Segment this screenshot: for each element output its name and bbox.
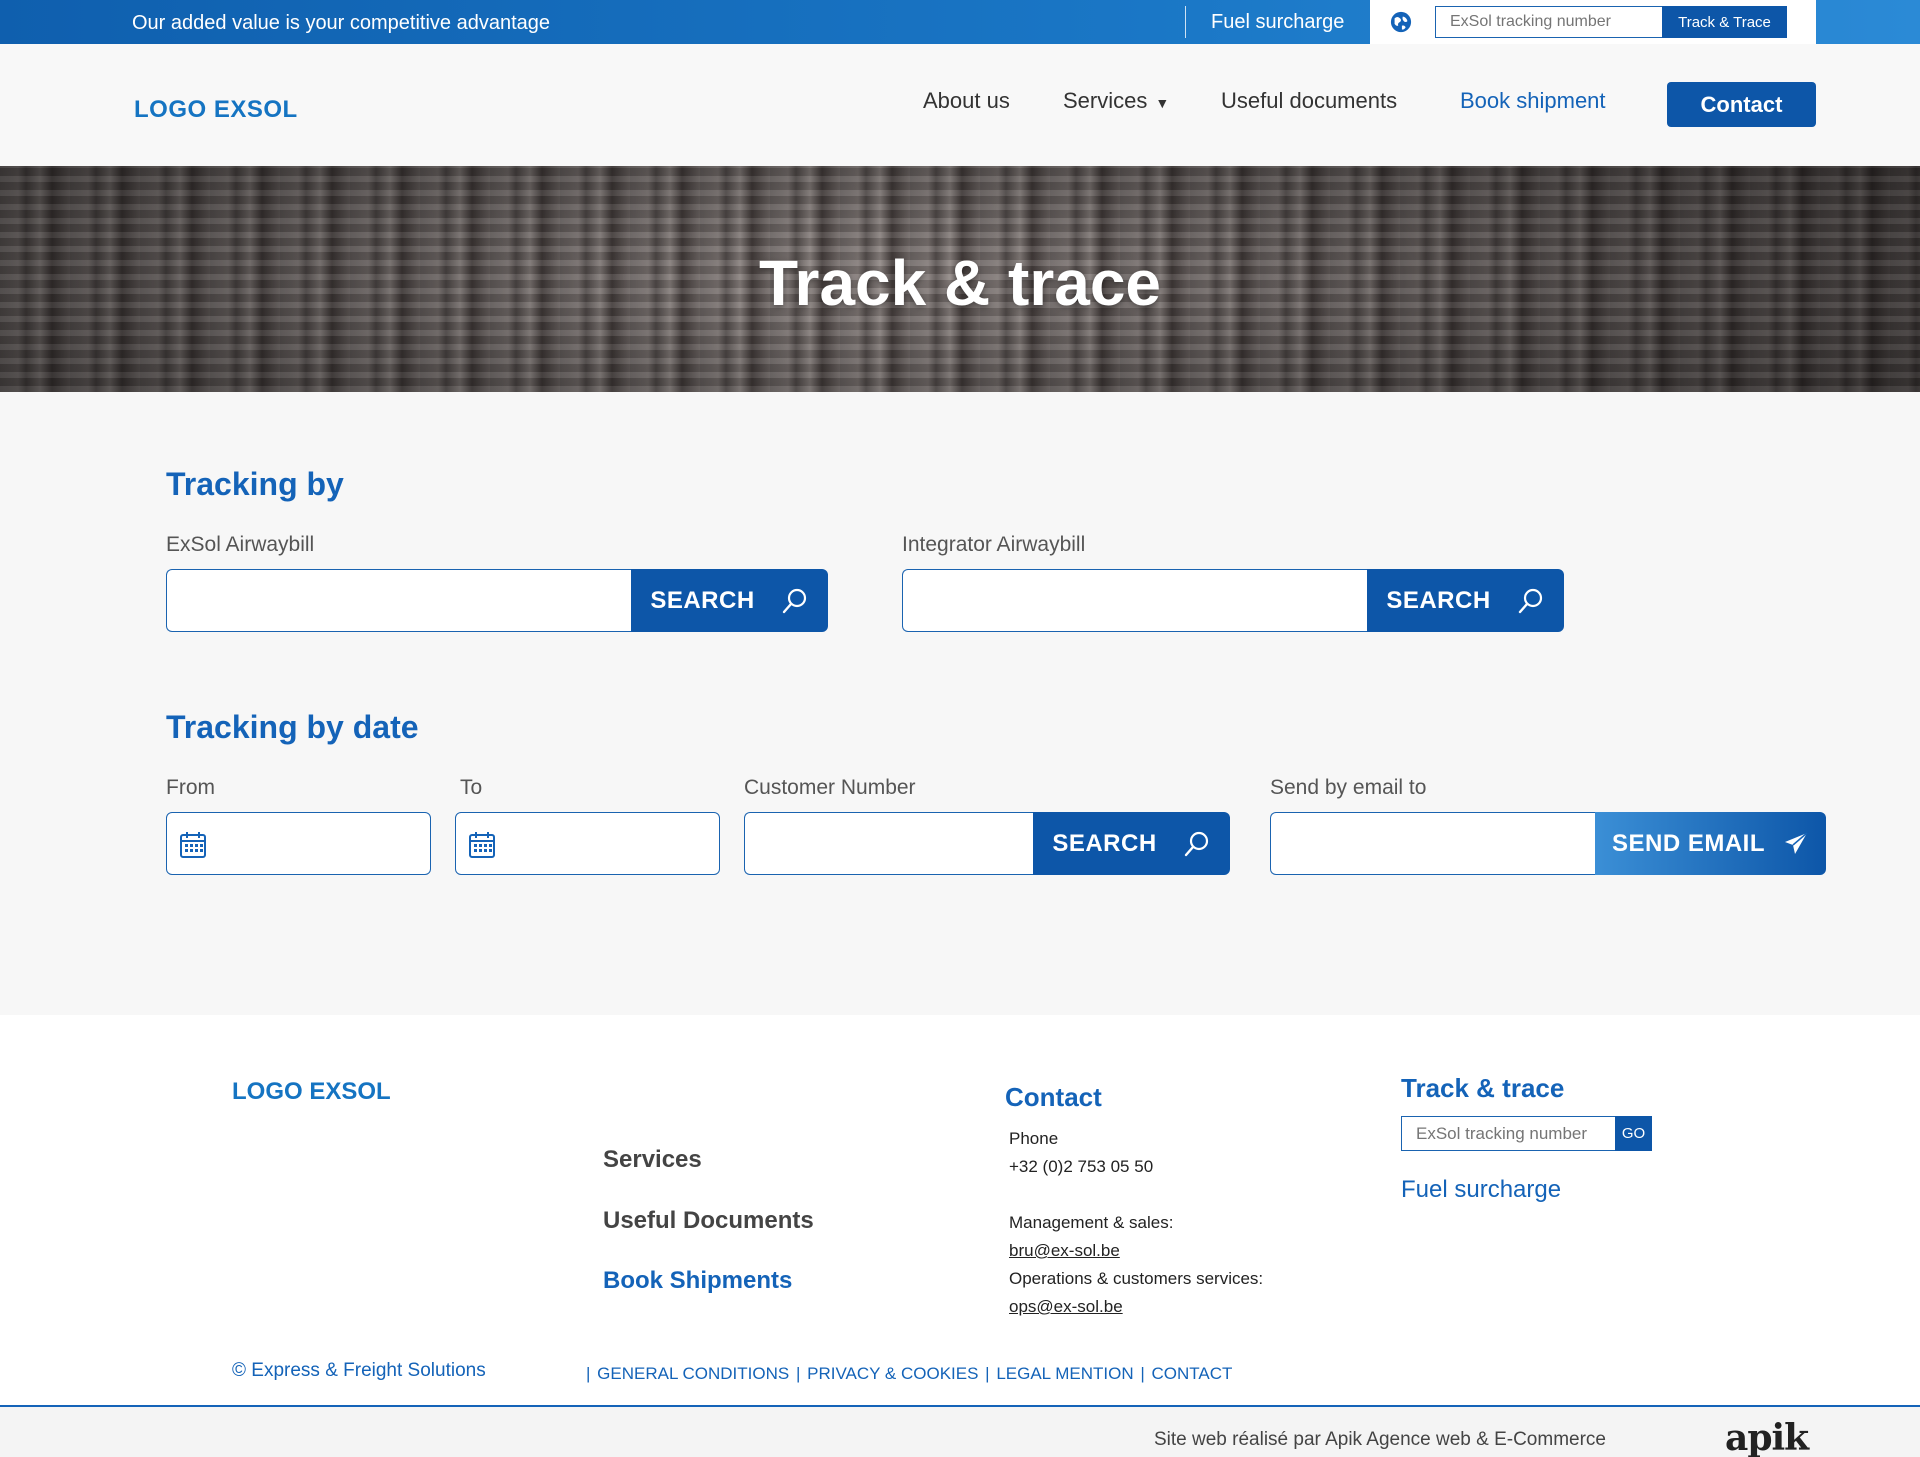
search-button-label: SEARCH	[650, 586, 755, 614]
integrator-search-group: SEARCH	[902, 569, 1564, 632]
calendar-icon	[180, 832, 206, 858]
send-email-button[interactable]: SEND EMAIL	[1595, 812, 1826, 875]
footer-track-trace-title: Track & trace	[1401, 1073, 1565, 1103]
globe-icon[interactable]	[1390, 11, 1412, 33]
from-date-input[interactable]	[166, 812, 431, 875]
search-icon	[782, 588, 806, 613]
footer-tracking-input[interactable]	[1401, 1116, 1616, 1151]
send-email-label: Send by email to	[1270, 776, 1427, 799]
privacy-cookies-link[interactable]: PRIVACY & COOKIES	[807, 1364, 978, 1383]
nav-services-label: Services	[1063, 88, 1148, 113]
top-bar: Our added value is your competitive adva…	[0, 0, 1920, 44]
track-trace-button[interactable]: Track & Trace	[1662, 6, 1787, 38]
separator: |	[1140, 1364, 1145, 1383]
exsol-search-group: SEARCH	[166, 569, 828, 632]
search-button-label: SEARCH	[1052, 829, 1157, 857]
send-email-group: SEND EMAIL	[1270, 812, 1826, 875]
legal-mention-link[interactable]: LEGAL MENTION	[996, 1364, 1133, 1383]
management-email-link[interactable]: bru@ex-sol.be	[1009, 1241, 1120, 1261]
paper-plane-icon	[1785, 831, 1808, 854]
footer-go-button[interactable]: GO	[1615, 1116, 1652, 1151]
nav-useful-documents[interactable]: Useful documents	[1221, 88, 1397, 114]
footer: LOGO EXSOL Services Useful Documents Boo…	[0, 1015, 1920, 1405]
nav-book-shipment[interactable]: Book shipment	[1460, 88, 1606, 114]
integrator-airwaybill-input[interactable]	[902, 569, 1367, 632]
phone-label: Phone	[1009, 1129, 1059, 1148]
tracking-by-date-title: Tracking by date	[166, 709, 419, 745]
customer-number-label: Customer Number	[744, 776, 916, 799]
contact-button[interactable]: Contact	[1667, 82, 1816, 127]
caret-down-icon: ▼	[1155, 95, 1170, 111]
integrator-search-button[interactable]: SEARCH	[1367, 569, 1564, 632]
fuel-surcharge-link[interactable]: Fuel surcharge	[1211, 11, 1344, 34]
calendar-icon	[469, 832, 495, 858]
tracking-by-title: Tracking by	[166, 466, 344, 502]
apik-logo[interactable]: apik	[1725, 1417, 1809, 1457]
divider	[1185, 6, 1186, 38]
management-label: Management & sales:	[1009, 1213, 1174, 1232]
to-label: To	[460, 776, 483, 799]
customer-search-button[interactable]: SEARCH	[1033, 812, 1230, 875]
separator: |	[586, 1364, 591, 1383]
agency-credit-link[interactable]: Site web réalisé par Apik Agence web & E…	[1154, 1429, 1606, 1451]
footer-contact-title: Contact	[1005, 1082, 1102, 1112]
legal-links: | GENERAL CONDITIONS | PRIVACY & COOKIES…	[584, 1364, 1232, 1384]
logo[interactable]: LOGO EXSOL	[134, 96, 298, 124]
general-conditions-link[interactable]: GENERAL CONDITIONS	[597, 1364, 789, 1383]
search-button-label: SEARCH	[1386, 586, 1491, 614]
to-date-input[interactable]	[455, 812, 720, 875]
tracking-number-input[interactable]	[1435, 6, 1663, 38]
footer-services-link[interactable]: Services	[603, 1146, 702, 1174]
separator: |	[985, 1364, 990, 1383]
separator: |	[795, 1364, 801, 1383]
copyright: © Express & Freight Solutions	[232, 1360, 486, 1381]
header: LOGO EXSOL About us Services ▼ Useful doc…	[0, 44, 1920, 166]
from-label: From	[166, 776, 215, 799]
footer-useful-documents-link[interactable]: Useful Documents	[603, 1207, 814, 1235]
credit-bar: Site web réalisé par Apik Agence web & E…	[0, 1407, 1920, 1457]
operations-label: Operations & customers services:	[1009, 1269, 1264, 1288]
nav-about-us[interactable]: About us	[923, 88, 1010, 114]
customer-number-input[interactable]	[744, 812, 1033, 875]
search-icon	[1518, 588, 1542, 613]
hero-banner: Track & trace	[0, 166, 1920, 392]
send-email-button-label: SEND EMAIL	[1611, 829, 1765, 857]
exsol-search-button[interactable]: SEARCH	[631, 569, 828, 632]
customer-search-group: SEARCH	[744, 812, 1230, 875]
page-title: Track & trace	[758, 247, 1162, 319]
exsol-airwaybill-input[interactable]	[166, 569, 631, 632]
tagline: Our added value is your competitive adva…	[132, 12, 551, 34]
footer-logo[interactable]: LOGO EXSOL	[232, 1078, 391, 1106]
search-icon	[1184, 831, 1208, 856]
nav-services[interactable]: Services ▼	[1063, 88, 1169, 114]
operations-email-link[interactable]: ops@ex-sol.be	[1009, 1297, 1123, 1317]
exsol-airwaybill-label: ExSol Airwaybill	[166, 533, 315, 556]
footer-contact-link[interactable]: CONTACT	[1152, 1364, 1233, 1383]
email-input[interactable]	[1270, 812, 1595, 875]
footer-book-shipments-link[interactable]: Book Shipments	[603, 1267, 792, 1295]
phone-number: +32 (0)2 753 05 50	[1009, 1157, 1154, 1176]
integrator-airwaybill-label: Integrator Airwaybill	[902, 533, 1086, 556]
footer-fuel-surcharge-link[interactable]: Fuel surcharge	[1401, 1176, 1561, 1204]
